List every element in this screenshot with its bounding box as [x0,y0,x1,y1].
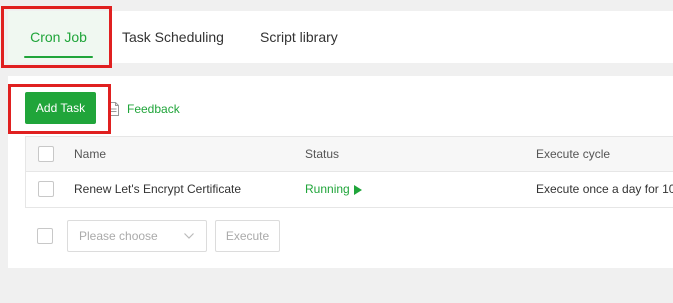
tab-label: Script library [260,29,338,45]
batch-select-checkbox[interactable] [37,228,53,244]
add-task-button[interactable]: Add Task [25,92,96,124]
feedback-link[interactable]: Feedback [107,100,180,118]
tab-label: Cron Job [30,29,87,45]
chevron-down-icon [184,233,194,239]
feedback-label: Feedback [127,102,180,116]
execute-button[interactable]: Execute [215,220,280,252]
table-header: Name Status Execute cycle [26,137,673,172]
document-icon [108,102,119,116]
tab-label: Task Scheduling [122,29,224,45]
batch-operation-select[interactable]: Please choose [67,220,207,252]
cron-job-table: Name Status Execute cycle Renew Let's En… [25,136,673,208]
task-status[interactable]: Running [305,172,362,207]
column-header-execute-cycle: Execute cycle [536,147,611,161]
active-tab-indicator [24,56,93,58]
tab-bar: Cron Job Task Scheduling Script library [8,11,673,63]
select-all-checkbox[interactable] [38,146,54,162]
play-icon [353,184,362,195]
task-name: Renew Let's Encrypt Certificate [74,182,242,196]
column-header-name: Name [74,147,107,161]
table-row[interactable]: Renew Let's Encrypt Certificate Running … [26,172,673,207]
task-execute-cycle: Execute once a day for 10: [536,182,673,196]
row-checkbox[interactable] [38,181,54,197]
column-header-status: Status [305,147,340,161]
select-placeholder: Please choose [79,229,158,243]
status-label: Running [305,182,350,196]
tab-task-scheduling[interactable]: Task Scheduling [122,11,224,63]
tab-cron-job[interactable]: Cron Job [8,11,109,63]
tab-script-library[interactable]: Script library [260,11,338,63]
